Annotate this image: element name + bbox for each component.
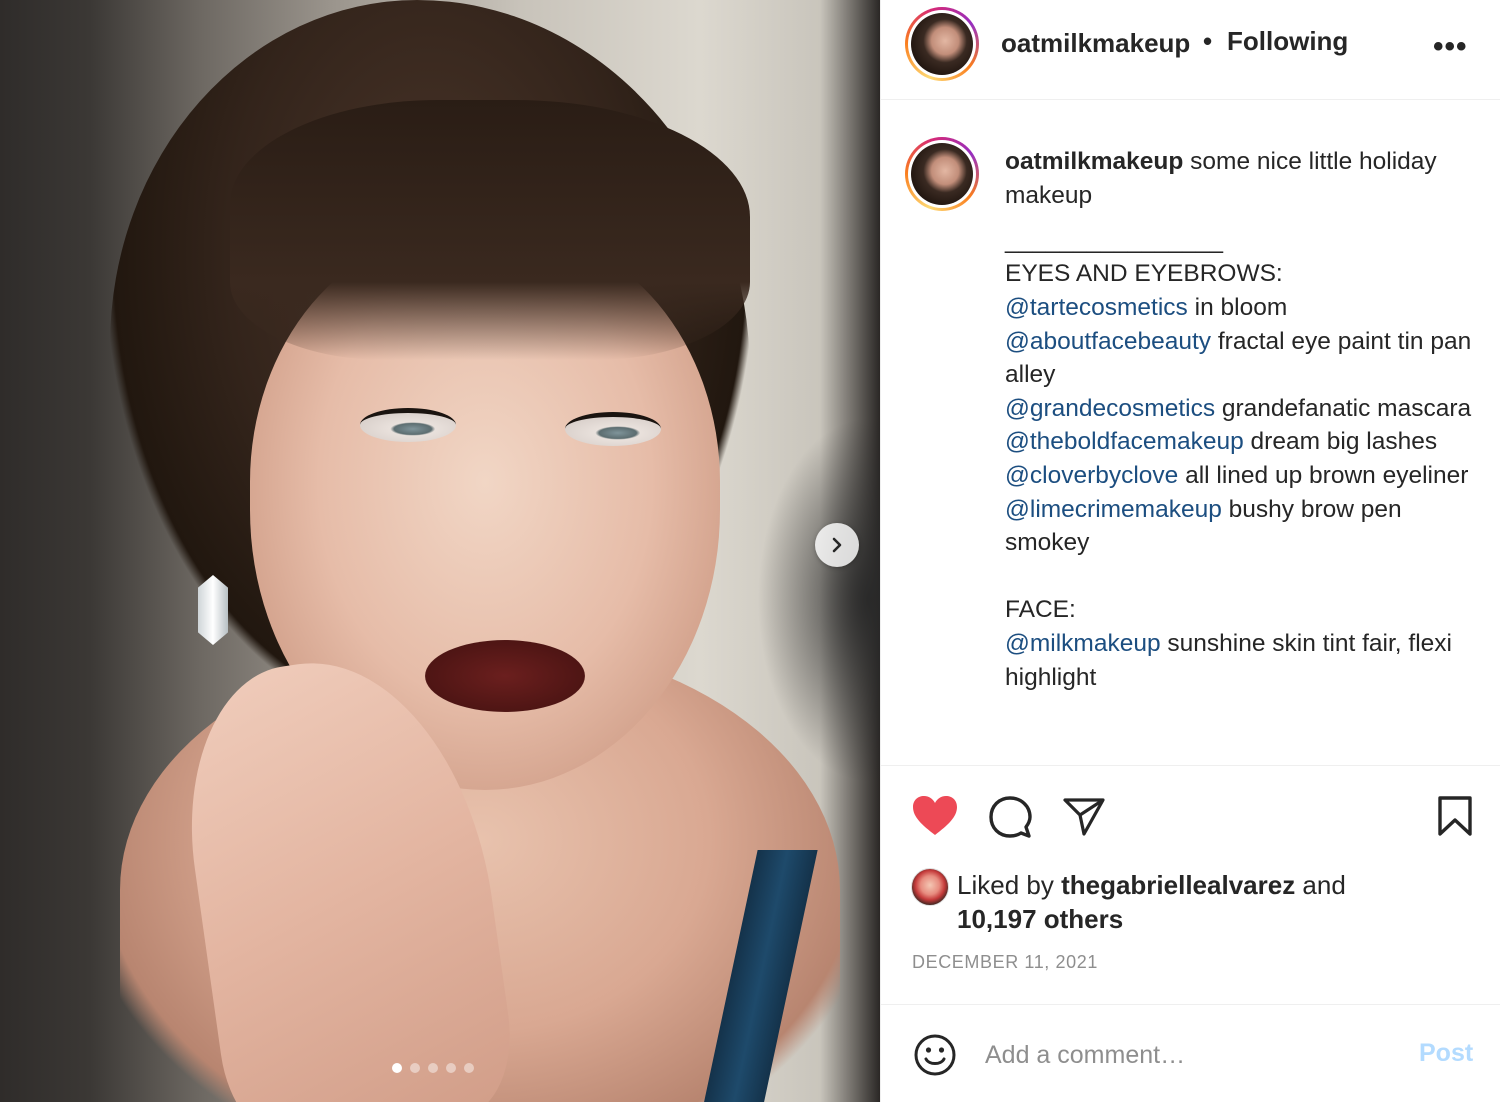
carousel-dot[interactable] [446, 1063, 456, 1073]
like-button[interactable] [911, 794, 959, 838]
caption-text: oatmilkmakeup some nice little holiday m… [1005, 145, 1481, 694]
caption-mention[interactable]: @cloverbyclove [1005, 462, 1178, 489]
likes-text: Liked by thegabriellealvarez and 10,197 … [957, 868, 1477, 936]
follow-status-button[interactable]: Following [1227, 26, 1348, 57]
likes-middle: and [1295, 870, 1346, 900]
caption-mention[interactable]: @grandecosmetics [1005, 395, 1215, 422]
caption-item: @limecrimemakeup bushy brow pen smokey [1005, 493, 1481, 560]
post-details-panel: oatmilkmakeup • Following ••• oatmilkmak… [880, 0, 1500, 1102]
caption-section-heading: FACE: [1005, 596, 1076, 624]
photo-earring [198, 575, 228, 645]
caption-item: @milkmakeup sunshine skin tint fair, fle… [1005, 627, 1481, 694]
emoji-button[interactable] [913, 1033, 957, 1082]
caption-item-text: in bloom [1187, 293, 1288, 321]
liker-avatar[interactable] [911, 868, 949, 906]
carousel-dots [392, 1063, 474, 1073]
header-separator: • [1203, 26, 1213, 56]
caption-divider: ________________ [1005, 226, 1224, 254]
post-comment-button[interactable]: Post [1419, 1039, 1473, 1068]
caption-item: @grandecosmetics grandefanatic mascara [1005, 392, 1481, 426]
bookmark-icon [1438, 796, 1472, 836]
caption-area[interactable]: oatmilkmakeup some nice little holiday m… [881, 100, 1500, 766]
carousel-dot[interactable] [410, 1063, 420, 1073]
caption-mention[interactable]: @tartecosmetics [1005, 294, 1188, 321]
carousel-dot[interactable] [464, 1063, 474, 1073]
caption-mention[interactable]: @aboutfacebeauty [1005, 328, 1211, 355]
caption-section-heading: EYES AND EYEBROWS: [1005, 260, 1283, 288]
paper-plane-icon [1063, 798, 1105, 836]
caption-item: @cloverbyclove all lined up brown eyelin… [1005, 459, 1481, 493]
post-media [0, 0, 880, 1102]
caption-item-text: grandefanatic mascara [1215, 394, 1472, 422]
caption-mention[interactable]: @limecrimemakeup [1005, 496, 1222, 523]
action-bar [881, 766, 1500, 866]
chevron-right-icon [832, 537, 842, 553]
comment-bar: Post [881, 1004, 1500, 1102]
carousel-next-button[interactable] [815, 523, 859, 567]
caption-mention[interactable]: @milkmakeup [1005, 630, 1161, 657]
photo-eye-left [360, 408, 456, 442]
liker-username[interactable]: thegabriellealvarez [1061, 870, 1295, 900]
likes-prefix: Liked by [957, 870, 1062, 900]
caption-avatar-image [911, 143, 973, 205]
more-options-icon[interactable]: ••• [1433, 30, 1468, 64]
comment-button[interactable] [987, 794, 1033, 840]
caption-username[interactable]: oatmilkmakeup [1005, 148, 1183, 175]
smiley-icon [914, 1034, 956, 1076]
photo-bangs [230, 100, 750, 360]
comment-input[interactable] [985, 1035, 1385, 1075]
photo-lips [425, 640, 585, 712]
likes-count[interactable]: 10,197 others [957, 904, 1123, 934]
carousel-dot-active[interactable] [392, 1063, 402, 1073]
caption-item-text: dream big lashes [1243, 428, 1438, 456]
comment-icon [989, 796, 1032, 838]
header-username[interactable]: oatmilkmakeup [1001, 28, 1190, 59]
caption-item: @tartecosmetics in bloom [1005, 291, 1481, 325]
avatar[interactable] [905, 7, 979, 81]
heart-filled-icon [913, 796, 957, 835]
caption-item: @theboldfacemakeup dream big lashes [1005, 425, 1481, 459]
share-button[interactable] [1061, 794, 1107, 838]
caption-item: @aboutfacebeauty fractal eye paint tin p… [1005, 325, 1481, 392]
photo-eye-right [565, 412, 661, 446]
save-button[interactable] [1435, 794, 1475, 838]
carousel-dot[interactable] [428, 1063, 438, 1073]
caption-avatar[interactable] [905, 137, 979, 211]
post-date[interactable]: DECEMBER 11, 2021 [912, 952, 1098, 973]
avatar-image [911, 13, 973, 75]
caption-item-text: all lined up brown eyeliner [1178, 461, 1469, 489]
post-header: oatmilkmakeup • Following ••• [881, 0, 1500, 100]
caption-mention[interactable]: @theboldfacemakeup [1005, 428, 1244, 455]
